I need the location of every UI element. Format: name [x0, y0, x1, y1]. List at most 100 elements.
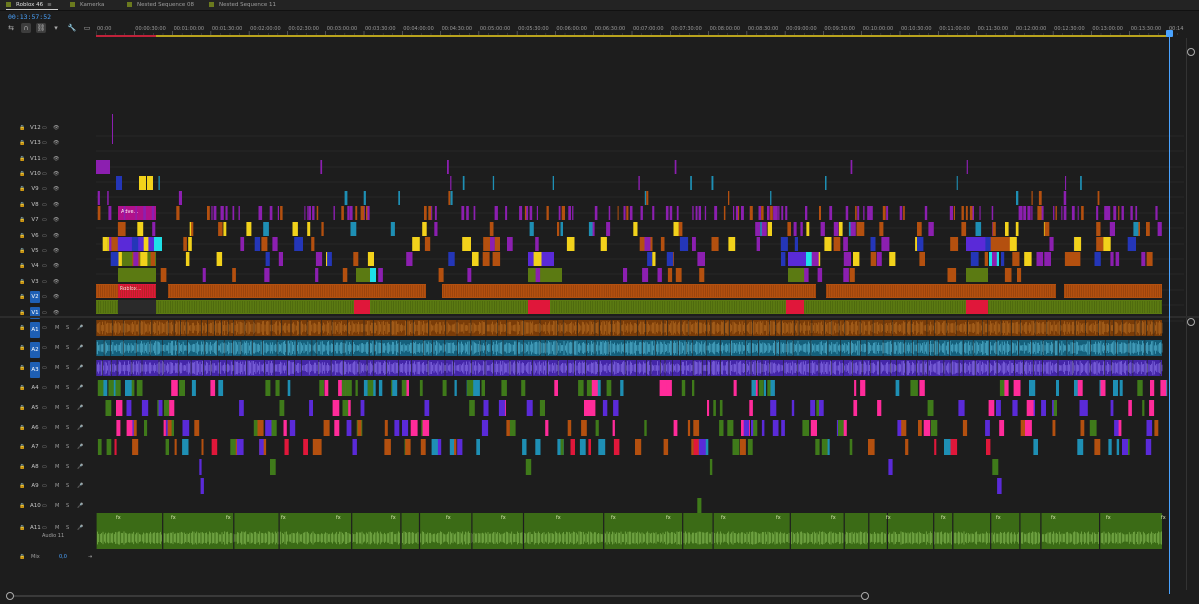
clip[interactable]: [806, 222, 810, 236]
clip[interactable]: [111, 237, 118, 251]
clip[interactable]: [950, 237, 959, 251]
eye-icon[interactable]: 👁: [53, 293, 59, 301]
clip[interactable]: [483, 237, 491, 251]
clip[interactable]: [608, 206, 611, 220]
clip[interactable]: [1122, 439, 1128, 455]
clip[interactable]: [294, 237, 303, 251]
clip[interactable]: [992, 222, 996, 236]
clip[interactable]: [697, 498, 702, 514]
mic-icon[interactable]: 🎤: [77, 344, 83, 352]
mic-icon[interactable]: 🎤: [77, 463, 83, 471]
clip[interactable]: [545, 420, 549, 436]
eye-icon[interactable]: 👁: [53, 278, 59, 286]
clip[interactable]: [761, 222, 767, 236]
video-track-header[interactable]: 🔒 V2 ▭ 👁: [0, 291, 96, 303]
clip[interactable]: [617, 206, 619, 220]
clip[interactable]: [778, 206, 780, 220]
clip[interactable]: [786, 300, 804, 314]
video-track-header[interactable]: 🔒 V7 ▭ 👁: [0, 214, 96, 226]
clip[interactable]: [1012, 252, 1020, 266]
clip[interactable]: [719, 400, 723, 416]
clip[interactable]: [802, 420, 809, 436]
clip[interactable]: [528, 300, 550, 314]
clip[interactable]: [230, 439, 236, 455]
clip[interactable]: [263, 222, 269, 236]
linked-selection-icon[interactable]: ⛓: [36, 23, 46, 33]
clip[interactable]: [312, 439, 320, 455]
clip[interactable]: [1080, 420, 1085, 436]
clip[interactable]: [1049, 237, 1054, 251]
clip[interactable]: [1118, 206, 1120, 220]
clip[interactable]: [829, 206, 833, 220]
audio-track-header[interactable]: 🔒 A2 ▭ M S 🎤: [0, 340, 96, 358]
tab-nested-sequence-11[interactable]: Nested Sequence 11: [209, 0, 276, 10]
clip[interactable]: [1028, 206, 1031, 220]
clip[interactable]: [756, 237, 760, 251]
clip[interactable]: [850, 222, 856, 236]
clip[interactable]: [600, 237, 607, 251]
clip[interactable]: [453, 439, 457, 455]
music-clip-band[interactable]: [96, 513, 1162, 549]
clip[interactable]: [1065, 176, 1067, 190]
clip[interactable]: [174, 439, 177, 455]
clip[interactable]: [355, 206, 358, 220]
clip[interactable]: [853, 252, 860, 266]
clip[interactable]: [529, 222, 534, 236]
clip[interactable]: [558, 206, 561, 220]
solo-button[interactable]: S: [66, 482, 69, 490]
clip[interactable]: [560, 439, 564, 455]
eye-icon[interactable]: 👁: [53, 262, 59, 270]
clip[interactable]: [657, 268, 662, 282]
clip[interactable]: [713, 400, 716, 416]
lock-icon[interactable]: 🔒: [19, 201, 25, 209]
clip[interactable]: [1033, 439, 1038, 455]
clip[interactable]: [1155, 420, 1159, 436]
track-target-a3[interactable]: A3: [30, 362, 40, 378]
clip[interactable]: [711, 237, 719, 251]
clip[interactable]: [870, 252, 877, 266]
clip[interactable]: [1121, 206, 1124, 220]
clip[interactable]: [1110, 400, 1114, 416]
clip[interactable]: [868, 439, 875, 455]
clip[interactable]: [424, 400, 430, 416]
clip[interactable]: [758, 206, 762, 220]
clip[interactable]: [787, 222, 791, 236]
clip[interactable]: [659, 380, 667, 396]
clip[interactable]: [966, 268, 988, 282]
clip[interactable]: [692, 380, 695, 396]
clip[interactable]: [647, 252, 653, 266]
clip[interactable]: [96, 160, 98, 174]
clip[interactable]: [536, 206, 538, 220]
clip[interactable]: [674, 160, 677, 174]
clip[interactable]: [200, 478, 204, 494]
clip[interactable]: [261, 237, 268, 251]
clip[interactable]: [678, 222, 683, 236]
lock-icon[interactable]: 🔒: [19, 170, 25, 178]
clip[interactable]: [1038, 206, 1042, 220]
clip[interactable]: [780, 237, 788, 251]
clip[interactable]: [633, 222, 638, 236]
clip[interactable]: [956, 176, 958, 190]
clip[interactable]: [644, 191, 647, 205]
clip[interactable]: [116, 400, 123, 416]
clip[interactable]: [240, 237, 245, 251]
clip[interactable]: [353, 252, 359, 266]
sync-lock-icon[interactable]: ▭: [42, 344, 47, 352]
clip[interactable]: [735, 206, 738, 220]
clip[interactable]: [342, 400, 349, 416]
clip[interactable]: [151, 206, 155, 220]
eye-icon[interactable]: 👁: [53, 232, 59, 240]
clip[interactable]: [108, 206, 112, 220]
clip[interactable]: [356, 268, 370, 282]
clip[interactable]: [763, 380, 766, 396]
clip[interactable]: [833, 237, 841, 251]
sync-lock-icon[interactable]: ▭: [42, 502, 47, 510]
clip[interactable]: [289, 420, 296, 436]
clip[interactable]: [563, 206, 565, 220]
clip[interactable]: [246, 222, 252, 236]
clip[interactable]: [346, 420, 352, 436]
clip[interactable]: [999, 380, 1005, 396]
sync-lock-icon[interactable]: ▭: [42, 124, 47, 132]
clip[interactable]: [825, 176, 827, 190]
clip[interactable]: [676, 206, 679, 220]
